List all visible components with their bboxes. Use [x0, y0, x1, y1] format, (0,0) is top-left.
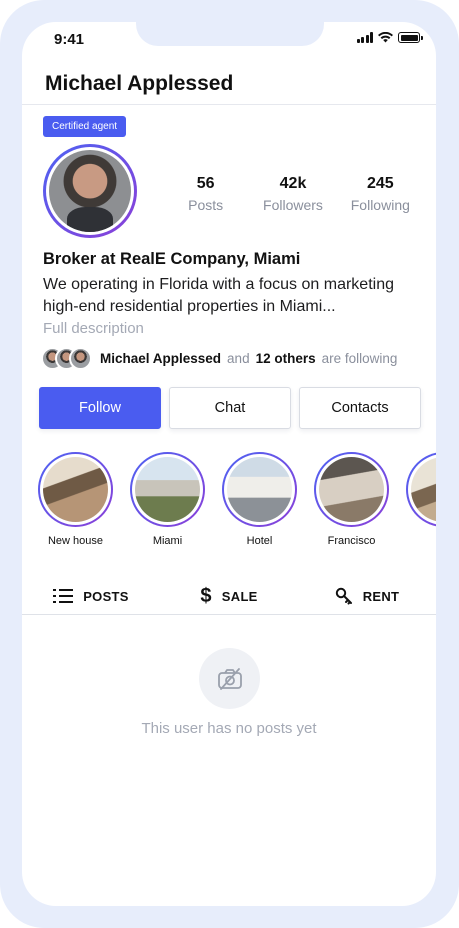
phone-screen: 9:41 Michael Applessed Certified agent 5…: [22, 22, 436, 906]
stat-value: 42k: [279, 175, 307, 192]
camera-off-icon: [217, 667, 242, 690]
tab-label: SALE: [221, 588, 258, 604]
chat-button[interactable]: Chat: [169, 387, 291, 429]
follow-button[interactable]: Follow: [39, 387, 161, 429]
profile-bio: We operating in Florida with a focus on …: [43, 276, 394, 315]
story-label: Miami: [152, 535, 183, 547]
stat-following[interactable]: 245 Following: [337, 175, 424, 213]
action-buttons: Follow Chat Contacts: [39, 387, 421, 429]
certified-badge: Certified agent: [43, 116, 127, 137]
device-frame: 9:41 Michael Applessed Certified agent 5…: [0, 0, 459, 928]
follower-suffix: are following: [321, 351, 398, 366]
tab-rent[interactable]: RENT: [298, 578, 436, 614]
status-time: 9:41: [54, 31, 85, 48]
story-item[interactable]: M: [406, 452, 436, 547]
tab-posts[interactable]: POSTS: [22, 578, 160, 614]
stories-row: New house Miami Hotel Francisco M: [38, 452, 436, 547]
stat-label: Posts: [188, 197, 224, 213]
stat-followers[interactable]: 42k Followers: [249, 175, 336, 213]
story-thumbnail: [411, 457, 436, 522]
follower-avatar: [69, 347, 92, 370]
story-item[interactable]: New house: [38, 452, 113, 547]
story-item[interactable]: Miami: [130, 452, 205, 547]
profile-headline: Broker at RealE Company, Miami: [43, 250, 301, 268]
profile-stats: 56 Posts 42k Followers 245 Following: [162, 175, 424, 213]
follower-avatars: [41, 347, 92, 370]
avatar-photo: [49, 150, 131, 232]
empty-state-message: This user has no posts yet: [141, 720, 317, 737]
stat-label: Followers: [263, 197, 323, 213]
signal-icon: [356, 32, 373, 43]
notch: [136, 22, 324, 46]
header-divider: [22, 104, 436, 105]
tabs-divider: [22, 614, 436, 615]
story-label: Hotel: [246, 535, 273, 547]
tab-label: RENT: [362, 588, 400, 604]
stat-label: Following: [350, 197, 410, 213]
story-thumbnail: [135, 457, 200, 522]
profile-name: Michael Applessed: [45, 72, 234, 95]
story-item[interactable]: Hotel: [222, 452, 297, 547]
dollar-icon: $: [200, 585, 212, 607]
stat-value: 245: [366, 175, 394, 192]
story-label: New house: [47, 535, 104, 547]
empty-state-icon-wrapper: [199, 648, 260, 709]
tab-sale[interactable]: $ SALE: [160, 578, 298, 614]
full-description-link[interactable]: Full description: [43, 320, 144, 337]
story-label: Francisco: [327, 535, 376, 547]
story-thumbnail: [227, 457, 292, 522]
contacts-button[interactable]: Contacts: [299, 387, 421, 429]
status-icons: [356, 32, 423, 43]
story-item[interactable]: Francisco: [314, 452, 389, 547]
stat-posts[interactable]: 56 Posts: [162, 175, 249, 213]
stat-value: 56: [196, 175, 215, 192]
tab-label: POSTS: [83, 588, 129, 604]
follower-count: 12 others: [255, 351, 316, 366]
followed-by-row[interactable]: Michael Applessed and 12 others are foll…: [41, 347, 403, 370]
follower-name: Michael Applessed: [100, 351, 222, 366]
list-icon: [53, 589, 74, 603]
story-thumbnail: [43, 457, 108, 522]
story-thumbnail: [319, 457, 384, 522]
content-tabs: POSTS $ SALE RENT: [22, 578, 436, 614]
battery-icon: [398, 32, 423, 43]
wifi-icon: [378, 32, 393, 43]
follower-and: and: [227, 351, 250, 366]
profile-avatar[interactable]: [43, 144, 137, 238]
key-icon: [335, 587, 352, 605]
